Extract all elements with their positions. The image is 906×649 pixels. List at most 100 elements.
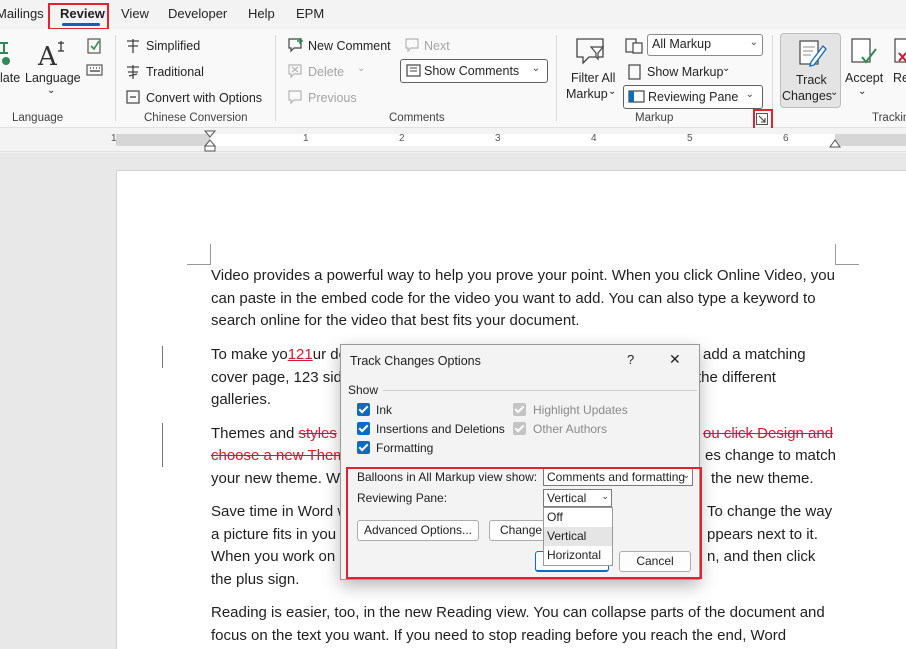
reviewing-pane-button[interactable]: Reviewing Pane ⌄: [623, 85, 763, 109]
reviewing-pane-icon: [628, 90, 645, 103]
other-authors-checkbox[interactable]: [513, 422, 526, 435]
word-count-icon[interactable]: [86, 37, 104, 55]
change-bar: [162, 423, 163, 467]
ruler-margin-left: [116, 134, 210, 146]
tab-epm[interactable]: EPM: [296, 6, 324, 21]
ruler-margin-right: [835, 134, 906, 146]
new-comment-button[interactable]: New Comment: [308, 39, 391, 53]
ruler-number: 1: [111, 133, 117, 144]
tab-developer[interactable]: Developer: [168, 6, 227, 21]
display-for-review-value: All Markup: [652, 37, 712, 51]
menu-bar: Mailings Review View Developer Help EPM: [0, 0, 906, 29]
paragraph-3-line-3-end: the new theme.: [711, 470, 814, 487]
track-changes-icon: [799, 40, 827, 67]
language-icon[interactable]: A: [36, 39, 68, 69]
language-button-label[interactable]: Language: [25, 71, 81, 85]
translate-label[interactable]: late: [0, 71, 20, 85]
ruler-number: 1: [303, 133, 309, 144]
paragraph-4-line-3: When you work on: [211, 548, 336, 565]
paragraph-4-line-1: Save time in Word w: [211, 503, 349, 520]
next-comment-icon[interactable]: [404, 37, 420, 53]
accept-button[interactable]: Accept: [845, 71, 883, 85]
paragraph-4-line-1-end: To change the way: [707, 503, 833, 520]
filter-all-markup-label-1[interactable]: Filter All: [571, 71, 615, 85]
crop-mark: [210, 244, 211, 264]
deleted-text: styles: [298, 425, 337, 442]
chevron-down-icon: ⌄: [745, 89, 754, 100]
horizontal-ruler[interactable]: 1 1 2 3 4 5 6: [0, 128, 906, 152]
ruler-number: 3: [495, 133, 501, 144]
chevron-down-icon: ⌄: [531, 63, 540, 74]
highlight-updates-checkbox[interactable]: [513, 403, 526, 416]
other-authors-label: Other Authors: [533, 422, 608, 436]
display-for-review-select[interactable]: All Markup ⌄: [647, 34, 763, 56]
insertions-deletions-label: Insertions and Deletions: [376, 422, 505, 436]
paragraph-2-line-1-end: add a matching: [703, 346, 806, 363]
display-for-review-icon: [625, 38, 643, 54]
close-button[interactable]: ✕: [669, 351, 681, 368]
track-changes-button[interactable]: Track Changes ⌄: [780, 33, 841, 108]
tab-help[interactable]: Help: [248, 6, 275, 21]
accept-icon[interactable]: [850, 37, 878, 67]
dialog-title: Track Changes Options: [350, 354, 481, 368]
group-separator: [556, 35, 557, 121]
ruler-number: 2: [399, 133, 405, 144]
paragraph-1: Video provides a powerful way to help yo…: [211, 267, 835, 329]
translate-icon[interactable]: [0, 39, 12, 67]
highlight-updates-label: Highlight Updates: [533, 403, 628, 417]
paragraph-2-line-2-end: the different: [697, 369, 776, 386]
delete-comment-icon[interactable]: [287, 63, 303, 79]
filter-markup-icon[interactable]: [575, 35, 607, 67]
accept-chevron[interactable]: ⌄: [858, 86, 866, 97]
track-changes-label-2: Changes: [782, 89, 833, 103]
delete-dropdown-chevron[interactable]: ⌄: [357, 63, 365, 74]
show-markup-button[interactable]: Show Markup: [647, 65, 723, 79]
paragraph-4-line-2-end: ppears next to it.: [707, 526, 818, 543]
text-run: Themes and: [211, 425, 299, 442]
chinese-conversion-group-label: Chinese Conversion: [144, 112, 248, 124]
previous-comment-icon[interactable]: [287, 89, 303, 105]
new-comment-icon[interactable]: [287, 37, 305, 53]
paragraph-3-line-2-end: es change to match: [705, 447, 836, 464]
svg-text:A: A: [37, 42, 58, 69]
filter-all-markup-label-2[interactable]: Markup: [566, 87, 608, 101]
deleted-text: ou click Design and: [703, 425, 834, 442]
paragraph-5: Reading is easier, too, in the new Readi…: [211, 604, 825, 644]
traditional-button[interactable]: Traditional: [146, 65, 204, 79]
formatting-checkbox[interactable]: [357, 441, 370, 454]
section-divider: [383, 390, 697, 391]
traditional-icon[interactable]: [125, 64, 141, 80]
keyboard-icon[interactable]: [86, 63, 104, 77]
ink-checkbox[interactable]: [357, 403, 370, 416]
ruler-number: 6: [783, 133, 789, 144]
ruler-number: 4: [591, 133, 597, 144]
next-comment-button[interactable]: Next: [424, 39, 450, 53]
right-indent-marker-icon[interactable]: [829, 138, 841, 148]
simplified-button[interactable]: Simplified: [146, 39, 200, 53]
tab-view[interactable]: View: [121, 6, 149, 21]
insertions-deletions-checkbox[interactable]: [357, 422, 370, 435]
formatting-label: Formatting: [376, 441, 434, 455]
show-markup-chevron[interactable]: ⌄: [722, 63, 730, 74]
previous-comment-button[interactable]: Previous: [308, 91, 357, 105]
options-highlight: [346, 467, 702, 579]
markup-group-label: Markup: [635, 112, 674, 124]
language-dropdown-chevron[interactable]: ⌄: [47, 85, 55, 96]
convert-with-options-button[interactable]: Convert with Options: [146, 91, 262, 105]
group-separator: [275, 35, 276, 121]
indent-marker-icon[interactable]: [204, 130, 216, 152]
reject-button[interactable]: Re: [893, 71, 906, 85]
reviewing-pane-label: Reviewing Pane: [648, 90, 739, 104]
tab-mailings[interactable]: Mailings: [0, 6, 44, 21]
chevron-down-icon: ⌄: [749, 37, 758, 48]
show-markup-icon[interactable]: [627, 64, 643, 80]
help-button[interactable]: ?: [627, 352, 634, 367]
filter-markup-chevron[interactable]: ⌄: [608, 86, 616, 97]
show-comments-button[interactable]: Show Comments ⌄: [400, 59, 548, 83]
language-group-label: Language: [12, 112, 64, 124]
convert-options-icon[interactable]: [125, 89, 141, 105]
simplified-icon[interactable]: [125, 38, 141, 54]
deleted-text: choose a new Them: [211, 447, 346, 464]
delete-comment-button[interactable]: Delete: [308, 65, 344, 79]
reject-icon[interactable]: [893, 37, 906, 67]
